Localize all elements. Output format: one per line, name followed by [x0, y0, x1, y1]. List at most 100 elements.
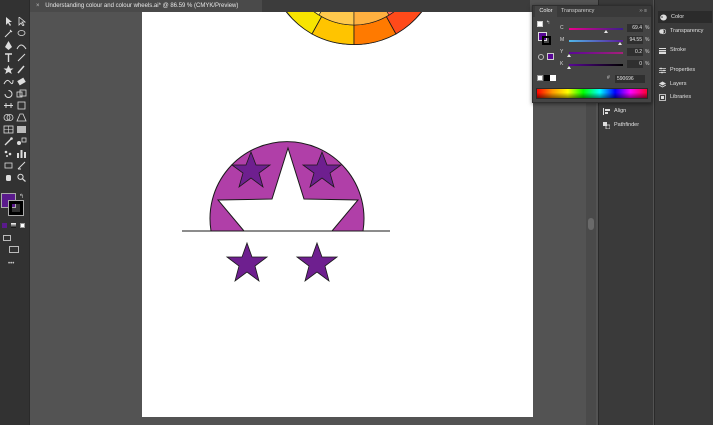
gradient-tool-icon[interactable]	[16, 125, 27, 134]
yellow-track[interactable]	[569, 52, 623, 54]
magenta-label: M	[560, 37, 565, 43]
yellow-label: Y	[560, 49, 564, 55]
symbol-sprayer-tool-icon[interactable]	[3, 149, 14, 158]
artwork-canvas[interactable]	[142, 12, 533, 417]
stroke-lines-icon	[659, 47, 666, 54]
stroke-swatch[interactable]	[8, 200, 24, 216]
default-fill-stroke-icon[interactable]	[537, 21, 543, 27]
vertical-scroll-thumb[interactable]	[588, 218, 594, 230]
curvature-tool-icon[interactable]	[16, 41, 27, 50]
lower-star-left	[225, 241, 269, 283]
slider-magenta[interactable]: M 94.55 %	[557, 36, 651, 46]
properties-sliders-icon	[659, 67, 666, 74]
none-swatch[interactable]	[537, 75, 543, 81]
eraser-tool-icon[interactable]	[16, 77, 27, 86]
scale-tool-icon[interactable]	[16, 89, 27, 98]
cyan-track[interactable]	[569, 28, 623, 30]
dock-item-align[interactable]: Align	[603, 105, 626, 117]
gradient-mode-button[interactable]	[11, 223, 16, 228]
blend-tool-icon[interactable]	[16, 137, 27, 146]
dock-item-label: Pathfinder	[614, 122, 640, 128]
star-tool-icon[interactable]	[3, 65, 14, 74]
slider-black[interactable]: K 0 %	[557, 60, 651, 70]
color-spectrum-bar[interactable]	[536, 88, 648, 99]
close-tab-icon[interactable]: ×	[36, 3, 40, 9]
color-mode-button[interactable]	[2, 223, 7, 228]
dock-item-label: Stroke	[670, 47, 686, 53]
dock-item-layers[interactable]: Layers	[658, 78, 687, 90]
cyan-thumb[interactable]	[604, 30, 609, 33]
rotate-tool-icon[interactable]	[3, 89, 14, 98]
none-mode-button[interactable]	[20, 223, 25, 228]
pen-tool-icon[interactable]	[3, 41, 14, 50]
lasso-tool-icon[interactable]	[16, 29, 27, 38]
dock-item-pathfinder[interactable]: Pathfinder	[603, 119, 639, 131]
magenta-track[interactable]	[569, 40, 623, 42]
cyan-value-field[interactable]: 69.4	[627, 24, 643, 32]
slice-tool-icon[interactable]	[16, 161, 27, 170]
percent-label: %	[645, 61, 650, 67]
magenta-value-field[interactable]: 94.55	[627, 36, 643, 44]
black-thumb[interactable]	[567, 66, 571, 69]
document-tab-title: Understanding colour and colour wheels.a…	[45, 3, 239, 9]
more-tools-button[interactable]: •••	[8, 261, 14, 267]
dock-item-color[interactable]: Color	[658, 11, 712, 23]
slider-yellow[interactable]: Y 0.2 %	[557, 48, 651, 58]
hex-value-field[interactable]: 590696	[615, 75, 645, 83]
type-tool-icon[interactable]	[3, 53, 14, 62]
artboard-tool-icon[interactable]	[3, 161, 14, 170]
tab-color[interactable]: Color	[535, 6, 557, 17]
yellow-thumb[interactable]	[567, 54, 572, 57]
hex-field-row: # 590696	[607, 75, 647, 83]
illustrator-window: ↰ ••• × Understanding colour and colour …	[0, 0, 713, 425]
color-panel: Color Transparency ›› ≡ ↰ C 69.4 % M 94.…	[532, 5, 652, 103]
eyedropper-tool-icon[interactable]	[3, 137, 14, 146]
dock-item-properties[interactable]: Properties	[659, 64, 695, 76]
direct-selection-tool-icon[interactable]	[16, 17, 27, 26]
draw-mode-button[interactable]	[3, 235, 11, 241]
shaper-tool-icon[interactable]	[3, 77, 14, 86]
document-tab[interactable]: × Understanding colour and colour wheels…	[30, 0, 262, 12]
panel-menu-icon[interactable]: ›› ≡	[639, 6, 647, 17]
perspective-grid-tool-icon[interactable]	[16, 113, 27, 122]
panel-dock-right: Color Transparency Stroke Properties Lay…	[654, 0, 713, 425]
slider-cyan[interactable]: C 69.4 %	[557, 24, 651, 34]
dock-item-libraries[interactable]: Libraries	[659, 91, 691, 103]
color-palette-icon	[660, 14, 667, 21]
screen-mode-button[interactable]	[9, 246, 19, 253]
tab-transparency[interactable]: Transparency	[561, 6, 594, 17]
dock-item-transparency[interactable]: Transparency	[659, 25, 703, 37]
libraries-icon	[659, 93, 666, 101]
magic-wand-tool-icon[interactable]	[3, 29, 14, 38]
out-of-gamut-icon[interactable]	[538, 54, 544, 60]
zoom-tool-icon[interactable]	[16, 173, 27, 182]
free-transform-tool-icon[interactable]	[16, 101, 27, 110]
selection-tool-icon[interactable]	[3, 17, 14, 26]
panel-stroke-swatch[interactable]	[542, 36, 551, 45]
dock-item-label: Align	[614, 108, 627, 114]
hand-tool-icon[interactable]	[3, 173, 14, 182]
paintbrush-tool-icon[interactable]	[16, 65, 27, 74]
dock-item-label: Layers	[670, 81, 687, 87]
shape-builder-tool-icon[interactable]	[3, 113, 14, 122]
black-track[interactable]	[569, 64, 623, 66]
percent-label: %	[645, 25, 650, 31]
swap-fill-stroke-icon[interactable]: ↰	[19, 193, 24, 200]
dock-item-label: Color	[671, 14, 685, 20]
gamut-swatch[interactable]	[547, 53, 554, 60]
mesh-tool-icon[interactable]	[3, 125, 14, 134]
graph-tool-icon[interactable]	[16, 149, 27, 158]
purple-badge[interactable]	[182, 141, 390, 283]
percent-label: %	[645, 49, 650, 55]
align-icon	[603, 107, 610, 115]
colour-wheel[interactable]	[268, 12, 441, 45]
yellow-value-field[interactable]: 0.2	[627, 48, 643, 56]
magenta-thumb[interactable]	[618, 42, 623, 45]
dock-item-label: Properties	[670, 67, 696, 73]
width-tool-icon[interactable]	[3, 101, 14, 110]
dock-item-stroke[interactable]: Stroke	[659, 44, 686, 56]
black-value-field[interactable]: 0	[627, 60, 643, 68]
swap-icon[interactable]: ↰	[546, 20, 550, 26]
line-tool-icon[interactable]	[16, 53, 27, 62]
white-swatch[interactable]	[550, 75, 556, 81]
